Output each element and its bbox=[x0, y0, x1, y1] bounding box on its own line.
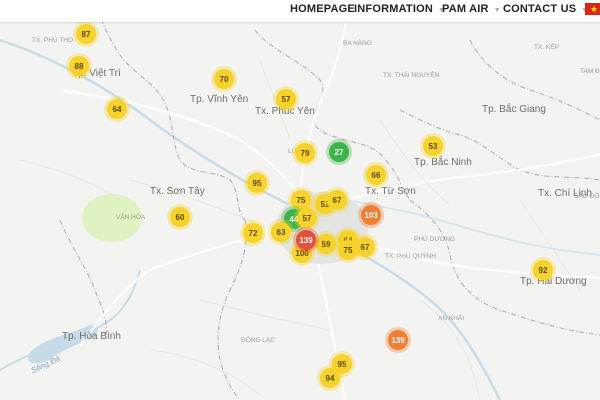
place-label: SAO ĐỎ bbox=[574, 193, 600, 200]
vietnam-flag-icon[interactable]: ★ bbox=[585, 3, 600, 15]
place-label: Tx. Sơn Tây bbox=[150, 186, 205, 197]
aqi-marker[interactable]: 75 bbox=[291, 190, 311, 210]
aqi-marker[interactable]: 95 bbox=[247, 173, 267, 193]
aqi-marker[interactable]: 59 bbox=[316, 234, 336, 254]
aqi-marker[interactable]: 53 bbox=[423, 136, 443, 156]
aqi-marker[interactable]: 64 bbox=[107, 99, 127, 119]
aqi-marker[interactable]: 70 bbox=[214, 69, 234, 89]
chevron-down-icon: ▼ bbox=[493, 7, 501, 14]
aqi-marker[interactable]: 57 bbox=[297, 208, 317, 228]
place-label: PHÚ DƯƠNG bbox=[414, 236, 456, 243]
nav-homepage[interactable]: HOMEPAGE bbox=[290, 3, 355, 15]
aqi-marker[interactable]: 72 bbox=[243, 223, 263, 243]
place-label: TX. THÁI NGUYÊN bbox=[383, 72, 440, 79]
aqi-marker[interactable]: 139 bbox=[296, 230, 316, 250]
place-label: AN KHẢI bbox=[438, 315, 465, 322]
nav-information-label: INFORMATION bbox=[354, 3, 433, 15]
aqi-marker[interactable]: 92 bbox=[533, 260, 553, 280]
nav-contact-us-label: CONTACT US bbox=[503, 3, 577, 15]
place-label: VÂN HÒA bbox=[116, 214, 146, 221]
aqi-marker[interactable]: 88 bbox=[69, 56, 89, 76]
nav-pam-air[interactable]: PAM AIR ▼ bbox=[442, 3, 501, 15]
nav-pam-air-label: PAM AIR bbox=[442, 3, 489, 15]
aqi-marker[interactable]: 87 bbox=[76, 24, 96, 44]
place-label: Tp. Bắc Giang bbox=[482, 104, 546, 115]
aqi-marker[interactable]: 57 bbox=[276, 89, 296, 109]
aqi-marker[interactable]: 67 bbox=[327, 190, 347, 210]
star-icon: ★ bbox=[590, 4, 599, 14]
place-label: TX. KÉP bbox=[534, 44, 559, 51]
place-label: Tp. Hòa Bình bbox=[62, 331, 121, 342]
aqi-marker[interactable]: 60 bbox=[170, 207, 190, 227]
aqi-marker[interactable]: 139 bbox=[388, 330, 408, 350]
aqi-marker[interactable]: 67 bbox=[355, 237, 375, 257]
aqi-marker[interactable]: 27 bbox=[329, 142, 349, 162]
aqi-marker[interactable]: 66 bbox=[366, 165, 386, 185]
place-label: Tp. Bắc Ninh bbox=[414, 157, 472, 168]
place-label: TAM Đ bbox=[580, 68, 600, 75]
place-label: Tp. Vĩnh Yên bbox=[190, 94, 249, 105]
place-label: Tp. Hải Dương bbox=[520, 276, 587, 287]
aqi-marker[interactable]: 63 bbox=[271, 222, 291, 242]
place-label: TX. PHÚ QUỲNH bbox=[385, 253, 436, 260]
aqi-marker[interactable]: 94 bbox=[320, 368, 340, 388]
place-label: TX. PHÚ THỌ bbox=[32, 37, 74, 44]
place-label: Tx. Từ Sơn bbox=[365, 186, 416, 197]
top-navigation-bar: HOMEPAGE INFORMATION ▼ PAM AIR ▼ CONTACT U… bbox=[0, 0, 600, 22]
nav-information[interactable]: INFORMATION ▼ bbox=[354, 3, 445, 15]
nav-homepage-label: HOMEPAGE bbox=[290, 3, 355, 15]
place-label: ĐÔNG LẠC bbox=[241, 337, 275, 344]
place-label: BA HÀNG bbox=[343, 40, 372, 47]
aqi-marker[interactable]: 103 bbox=[361, 205, 381, 225]
aqi-marker[interactable]: 79 bbox=[295, 143, 315, 163]
nav-contact-us[interactable]: CONTACT US▼ bbox=[503, 3, 588, 15]
